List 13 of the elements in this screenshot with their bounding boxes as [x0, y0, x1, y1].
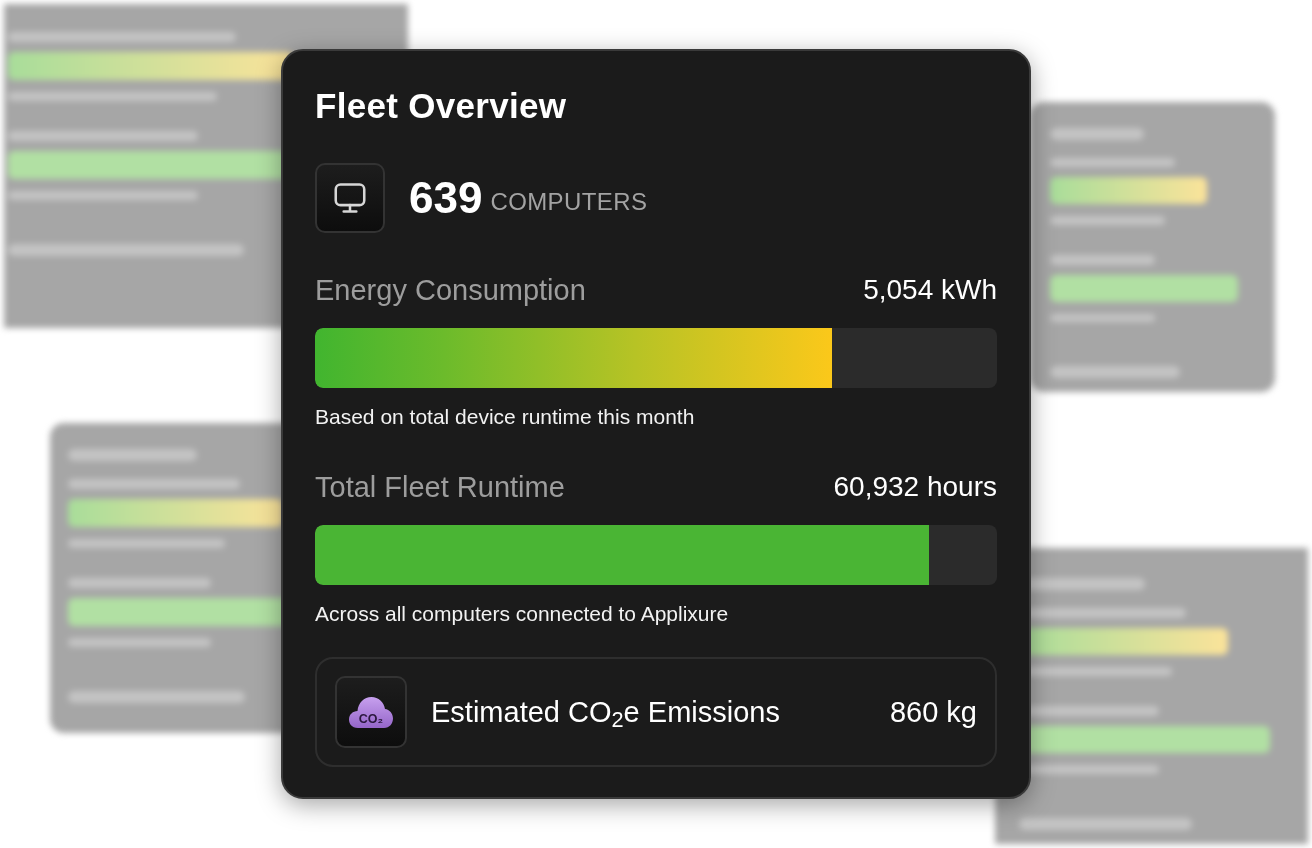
monitor-icon	[315, 163, 385, 233]
emissions-label: Estimated CO$_{2}$e Emissions	[431, 695, 781, 729]
emissions-value: 860 kg	[889, 695, 977, 729]
metric-caption: Across all computers connected to Applixure	[315, 601, 730, 627]
co2-cloud-icon: CO₂	[335, 676, 407, 748]
computer-count: 639	[409, 173, 483, 223]
card-title: Fleet Overview	[315, 87, 568, 125]
metric-value: 5,054 kWh	[863, 273, 997, 307]
metric-value: 60,932 hours	[833, 470, 997, 504]
metric-label: Total Fleet Runtime	[315, 470, 565, 504]
metric-label: Energy Consumption	[315, 273, 586, 307]
computer-count-unit: COMPUTERS	[490, 187, 648, 217]
metric-caption: Based on total device runtime this month	[315, 404, 696, 430]
